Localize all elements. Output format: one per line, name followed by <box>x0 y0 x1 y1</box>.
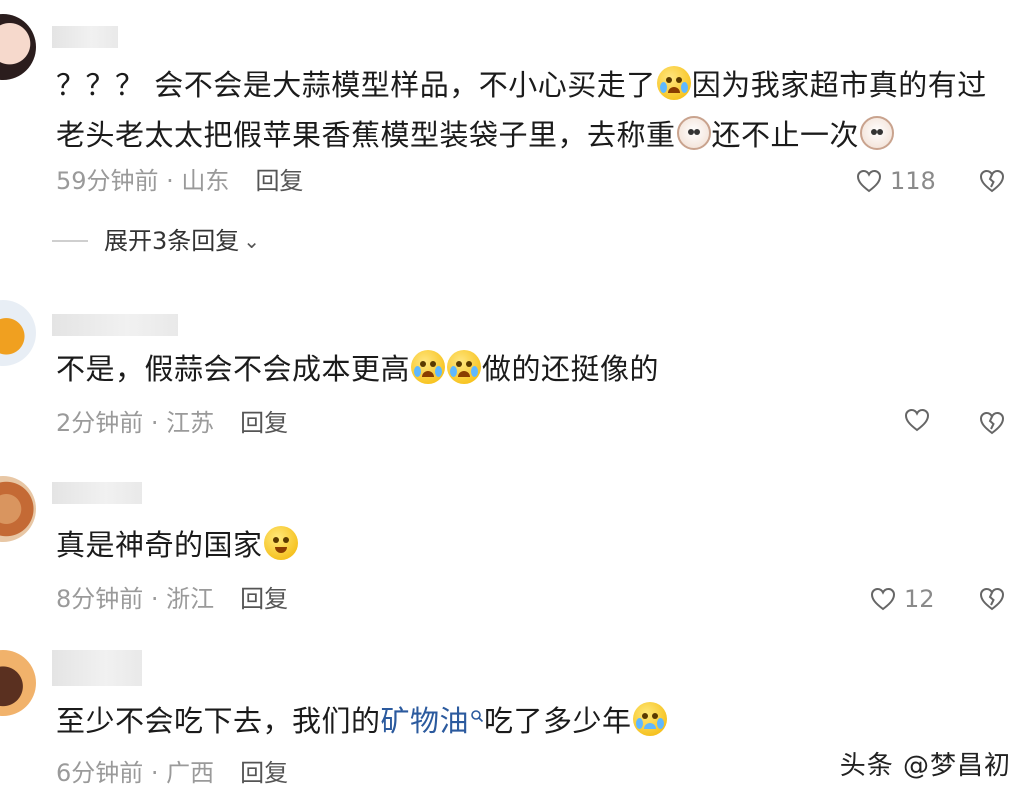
expand-replies-label: 展开3条回复 <box>104 227 240 255</box>
chevron-down-icon: ⌄ <box>243 229 261 253</box>
comment-meta: 59分钟前 · 山东 回复 <box>56 166 303 196</box>
heart-outline-icon <box>856 169 882 193</box>
broken-heart-icon <box>979 411 1005 435</box>
reply-button[interactable]: 回复 <box>240 759 288 787</box>
like-count: 12 <box>904 585 935 613</box>
like-button[interactable] <box>904 408 938 432</box>
cat-face-icon <box>860 116 895 150</box>
tearful-face-icon <box>632 702 667 736</box>
reply-button[interactable]: 回复 <box>255 167 303 195</box>
comment-list: ？？？ 会不会是大蒜模型样品，不小心买走了 因为我家超市真的有过老头老太太把假苹果… <box>0 0 1033 798</box>
comment-text: 不是，假蒜会不会成本更高 做的还挺像的 <box>56 350 660 386</box>
divider <box>52 240 88 242</box>
search-keyword-link[interactable]: 矿物油 <box>381 704 485 738</box>
comment-meta: 2分钟前 · 江苏 回复 <box>56 408 288 438</box>
cat-face-icon <box>676 116 711 150</box>
crying-face-icon <box>656 66 691 100</box>
like-count: 118 <box>890 167 936 195</box>
dislike-button[interactable] <box>979 411 1005 435</box>
crying-laughing-icon <box>447 350 482 384</box>
username-blurred[interactable] <box>52 314 178 336</box>
comment-time-location: 6分钟前 · 广西 <box>56 759 215 787</box>
heart-outline-icon <box>904 408 930 432</box>
comment-time-location: 8分钟前 · 浙江 <box>56 585 215 613</box>
comment-item: 不是，假蒜会不会成本更高 做的还挺像的 2分钟前 · 江苏 回复 <box>0 292 1033 452</box>
comment-time-location: 59分钟前 · 山东 <box>56 167 230 195</box>
broken-heart-icon <box>979 169 1005 193</box>
expand-replies-button[interactable]: 展开3条回复 ⌄ <box>52 226 260 256</box>
comment-meta: 8分钟前 · 浙江 回复 <box>56 584 288 614</box>
avatar[interactable] <box>0 14 36 80</box>
dizzy-face-icon <box>263 526 298 560</box>
dislike-button[interactable] <box>979 587 1005 611</box>
reply-button[interactable]: 回复 <box>240 409 288 437</box>
comment-text: 至少不会吃下去，我们的矿物油 吃了多少年 <box>56 696 996 746</box>
username-blurred[interactable] <box>52 650 142 686</box>
comment-time-location: 2分钟前 · 江苏 <box>56 409 215 437</box>
reply-button[interactable]: 回复 <box>240 585 288 613</box>
comment-meta: 6分钟前 · 广西 回复 <box>56 758 288 788</box>
username-blurred[interactable] <box>52 26 118 48</box>
heart-outline-icon <box>870 587 896 611</box>
username-blurred[interactable] <box>52 482 142 504</box>
like-button[interactable]: 12 <box>870 584 935 614</box>
like-button[interactable]: 118 <box>856 166 936 196</box>
avatar[interactable] <box>0 300 36 366</box>
comment-item: 真是神奇的国家 8分钟前 · 浙江 回复 12 <box>0 470 1033 630</box>
comment-text: 真是神奇的国家 <box>56 520 996 570</box>
avatar[interactable] <box>0 476 36 542</box>
comment-text: ？？？ 会不会是大蒜模型样品，不小心买走了 因为我家超市真的有过老头老太太把假苹果… <box>56 66 987 152</box>
broken-heart-icon <box>979 587 1005 611</box>
watermark: 头条 @梦昌初 <box>839 751 1011 781</box>
comment-item: ？？？ 会不会是大蒜模型样品，不小心买走了 因为我家超市真的有过老头老太太把假苹果… <box>0 0 1033 270</box>
dislike-button[interactable] <box>979 169 1005 193</box>
avatar[interactable] <box>0 650 36 716</box>
search-icon <box>471 710 484 723</box>
crying-laughing-icon <box>411 350 446 384</box>
